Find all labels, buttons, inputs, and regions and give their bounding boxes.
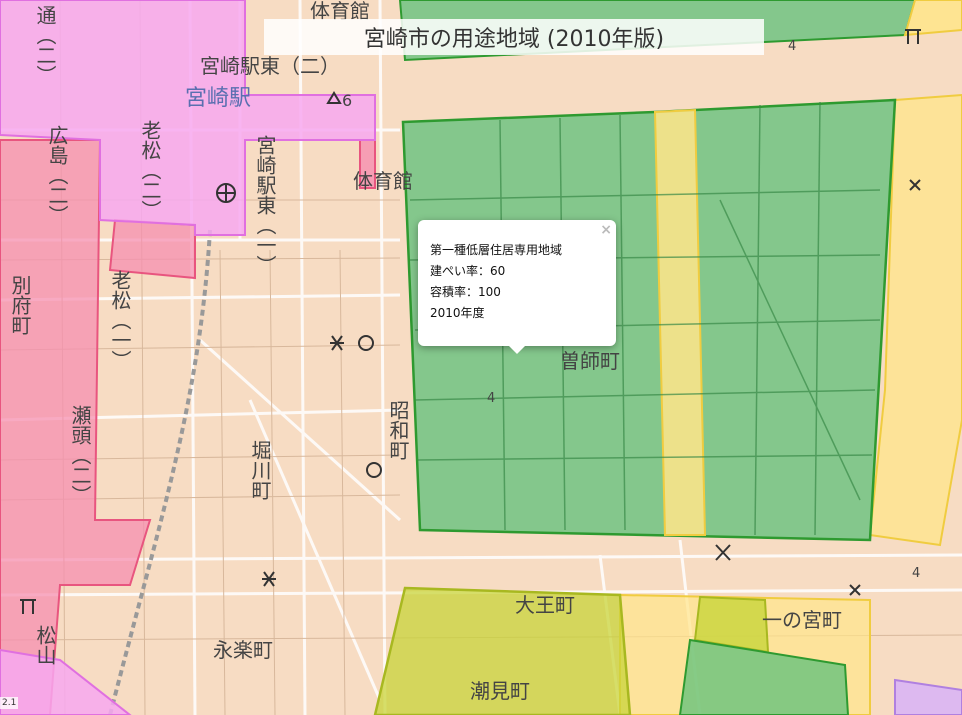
popup-year: 2010年度: [430, 306, 485, 320]
label-dori-2: 通（二）: [33, 5, 57, 85]
label-oimatsu-2: 老松（二）: [138, 120, 162, 220]
label-shiomi: 潮見町: [470, 679, 530, 703]
map-title: 宮崎市の用途地域 (2010年版): [264, 19, 764, 55]
label-hiroshima-2: 広島（二）: [45, 125, 69, 225]
label-spot-4a: 4: [487, 391, 495, 406]
label-miyazaki-eki: 宮崎駅: [185, 86, 251, 111]
zone-residential-strip[interactable]: [653, 108, 707, 536]
popup-zone-name: 第一種低層住居専用地域: [430, 243, 563, 257]
label-showa: 昭和町: [386, 400, 410, 460]
label-horikawa: 堀川町: [248, 440, 272, 500]
label-miyazaki-eki-higashi-2: 宮崎駅東（二）: [200, 54, 340, 78]
popup-coverage-ratio: 建ぺい率：60: [430, 264, 506, 278]
label-matsuyama: 松山: [33, 625, 57, 665]
label-ichinomiya: 一の宮町: [762, 608, 842, 632]
label-befu: 別府町: [8, 275, 32, 335]
label-miyazaki-eki-higashi-1: 宮崎駅東（一）: [253, 135, 277, 275]
label-spot-4c: 4: [912, 566, 920, 581]
label-oimatsu-1: 老松（一）: [108, 270, 132, 370]
label-eiraku: 永楽町: [213, 638, 273, 662]
popup-floor-area-ratio: 容積率：100: [430, 285, 501, 299]
popup-close-button[interactable]: ×: [600, 220, 612, 241]
label-soshi: 曽師町: [560, 349, 620, 373]
label-spot-4b: 4: [788, 39, 796, 54]
label-taiikukan: 体育館: [353, 169, 413, 193]
label-spot-6: 6: [342, 91, 352, 110]
label-oo: 大王町: [515, 593, 575, 617]
label-setogashira-2: 瀬頭（二）: [68, 405, 92, 505]
scale-indicator: 2.1: [0, 697, 19, 709]
zoning-map[interactable]: 宮崎駅 宮崎駅東（二） 宮崎駅東（一） 体育館 体育館 老松（二） 老松（一） …: [0, 0, 962, 715]
zone-info-popup[interactable]: × 第一種低層住居専用地域 建ぺい率：60 容積率：100 2010年度: [418, 220, 616, 354]
